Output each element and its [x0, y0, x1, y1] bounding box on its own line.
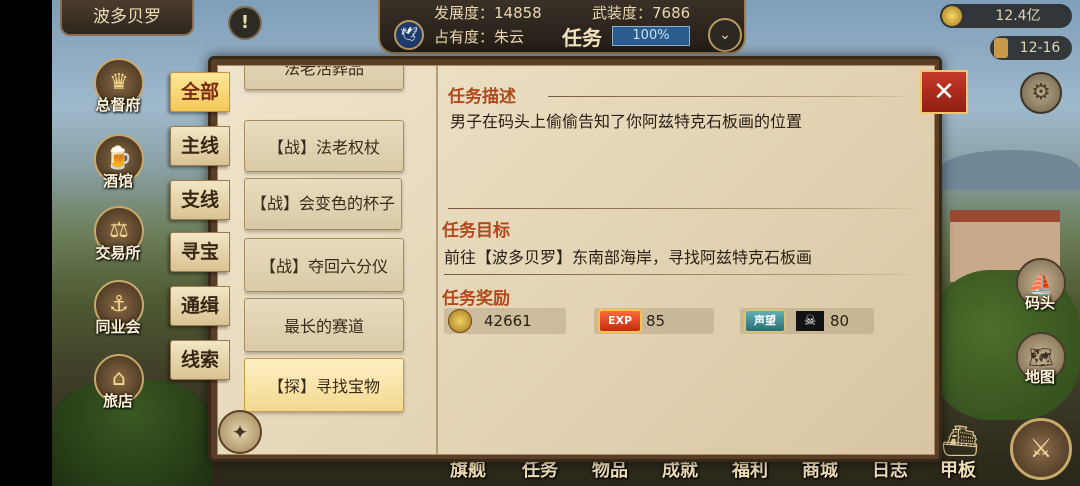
nav-tavern[interactable]: 🍺 酒馆	[88, 134, 148, 194]
tab-main[interactable]: 主线	[170, 126, 230, 166]
nav-governor-office[interactable]: ♛ 总督府	[88, 58, 148, 118]
occupancy-progress: 100%	[612, 26, 690, 46]
gold-counter[interactable]: 12.4亿	[940, 4, 1072, 28]
development-stat: 发展度：14858	[434, 4, 542, 22]
distant-hills	[940, 150, 1080, 190]
nav-label: 码头	[1024, 294, 1055, 312]
occupancy-stat: 占有度：朱云	[434, 28, 525, 46]
armament-stat: 武装度：7686	[592, 4, 691, 22]
date-value: 12-16	[1019, 40, 1061, 56]
tab-side[interactable]: 支线	[170, 180, 230, 220]
section-divider	[444, 274, 924, 275]
gold-coin-icon	[448, 309, 472, 333]
nav-label: 总督府	[95, 96, 141, 114]
dove-emblem-icon: 🕊	[394, 20, 424, 50]
nav-label: 地图	[1024, 368, 1055, 386]
quest-list[interactable]: 法老活葬品 【战】法老权杖 【战】会变色的杯子 【战】夺回六分仪 最长的赛道 【…	[244, 66, 414, 454]
chevron-down-icon[interactable]: ⌄	[708, 18, 742, 52]
alert-icon[interactable]: !	[228, 6, 262, 40]
quest-item[interactable]: 【战】法老权杖	[244, 120, 404, 172]
reward-gold-value: 42661	[484, 312, 532, 330]
quest-item[interactable]: 【战】会变色的杯子	[244, 178, 402, 230]
nav-exchange[interactable]: ⚖ 交易所	[88, 206, 148, 266]
tab-all[interactable]: 全部	[170, 72, 230, 112]
reward-exp-value: 85	[646, 312, 666, 330]
description-title: 任务描述	[448, 87, 516, 107]
quest-panel-paper: 法老活葬品 【战】法老权杖 【战】会变色的杯子 【战】夺回六分仪 最长的赛道 【…	[217, 65, 935, 455]
compass-icon: ✦	[218, 410, 262, 454]
nav-guild[interactable]: ⚓ 同业会	[88, 280, 148, 340]
quest-item[interactable]: 法老活葬品	[244, 66, 404, 90]
reward-title: 任务奖励	[442, 289, 510, 309]
settings-gear-icon[interactable]: ⚙	[1020, 72, 1062, 114]
reward-fame-value: 80	[830, 312, 850, 330]
nav-label: 同业会	[95, 318, 141, 336]
quest-item-selected[interactable]: 【探】寻找宝物	[244, 358, 404, 412]
close-button[interactable]: ✕	[920, 70, 968, 114]
tab-clues[interactable]: 线索	[170, 340, 230, 380]
gold-value: 12.4亿	[995, 8, 1041, 24]
goal-text: 前往【波多贝罗】东南部海岸，寻找阿兹特克石板画	[444, 248, 813, 267]
exp-badge-icon: EXP	[598, 309, 642, 333]
crossed-swords-icon[interactable]: ⚔	[1010, 418, 1072, 480]
nav-label: 旅店	[102, 392, 133, 410]
description-text: 男子在码头上偷偷告知了你阿兹特克石板画的位置	[450, 112, 803, 131]
section-divider	[548, 96, 918, 97]
nav-label: 酒馆	[102, 172, 133, 190]
bottom-nav-deck[interactable]: 甲板	[940, 456, 976, 482]
gold-coin-icon	[942, 6, 962, 26]
tab-treasure[interactable]: 寻宝	[170, 232, 230, 272]
quest-item[interactable]: 【战】夺回六分仪	[244, 238, 404, 292]
nav-inn[interactable]: ⌂ 旅店	[88, 354, 148, 414]
city-name[interactable]: 波多贝罗	[60, 0, 194, 36]
pirate-flag-icon: ☠	[796, 311, 824, 331]
reward-exp: EXP 85	[594, 308, 714, 334]
list-divider	[436, 66, 438, 454]
reward-fame: 声望 ☠ 80	[740, 308, 874, 334]
section-divider	[448, 208, 928, 209]
quest-panel: 法老活葬品 【战】法老权杖 【战】会变色的杯子 【战】夺回六分仪 最长的赛道 【…	[208, 56, 942, 462]
nav-dock[interactable]: ⛵ 码头	[1012, 258, 1072, 318]
fame-badge-icon: 声望	[744, 309, 786, 333]
calendar-icon	[994, 38, 1008, 58]
left-letterbox	[0, 0, 52, 486]
goal-title: 任务目标	[442, 221, 510, 241]
date-counter: 12-16	[990, 36, 1072, 60]
nav-label: 交易所	[95, 244, 141, 262]
reward-gold: 42661	[444, 308, 566, 334]
quest-item[interactable]: 最长的赛道	[244, 298, 404, 352]
panel-title: 任务	[562, 26, 602, 50]
nav-map[interactable]: 🗺 地图	[1012, 332, 1072, 392]
tab-wanted[interactable]: 通缉	[170, 286, 230, 326]
